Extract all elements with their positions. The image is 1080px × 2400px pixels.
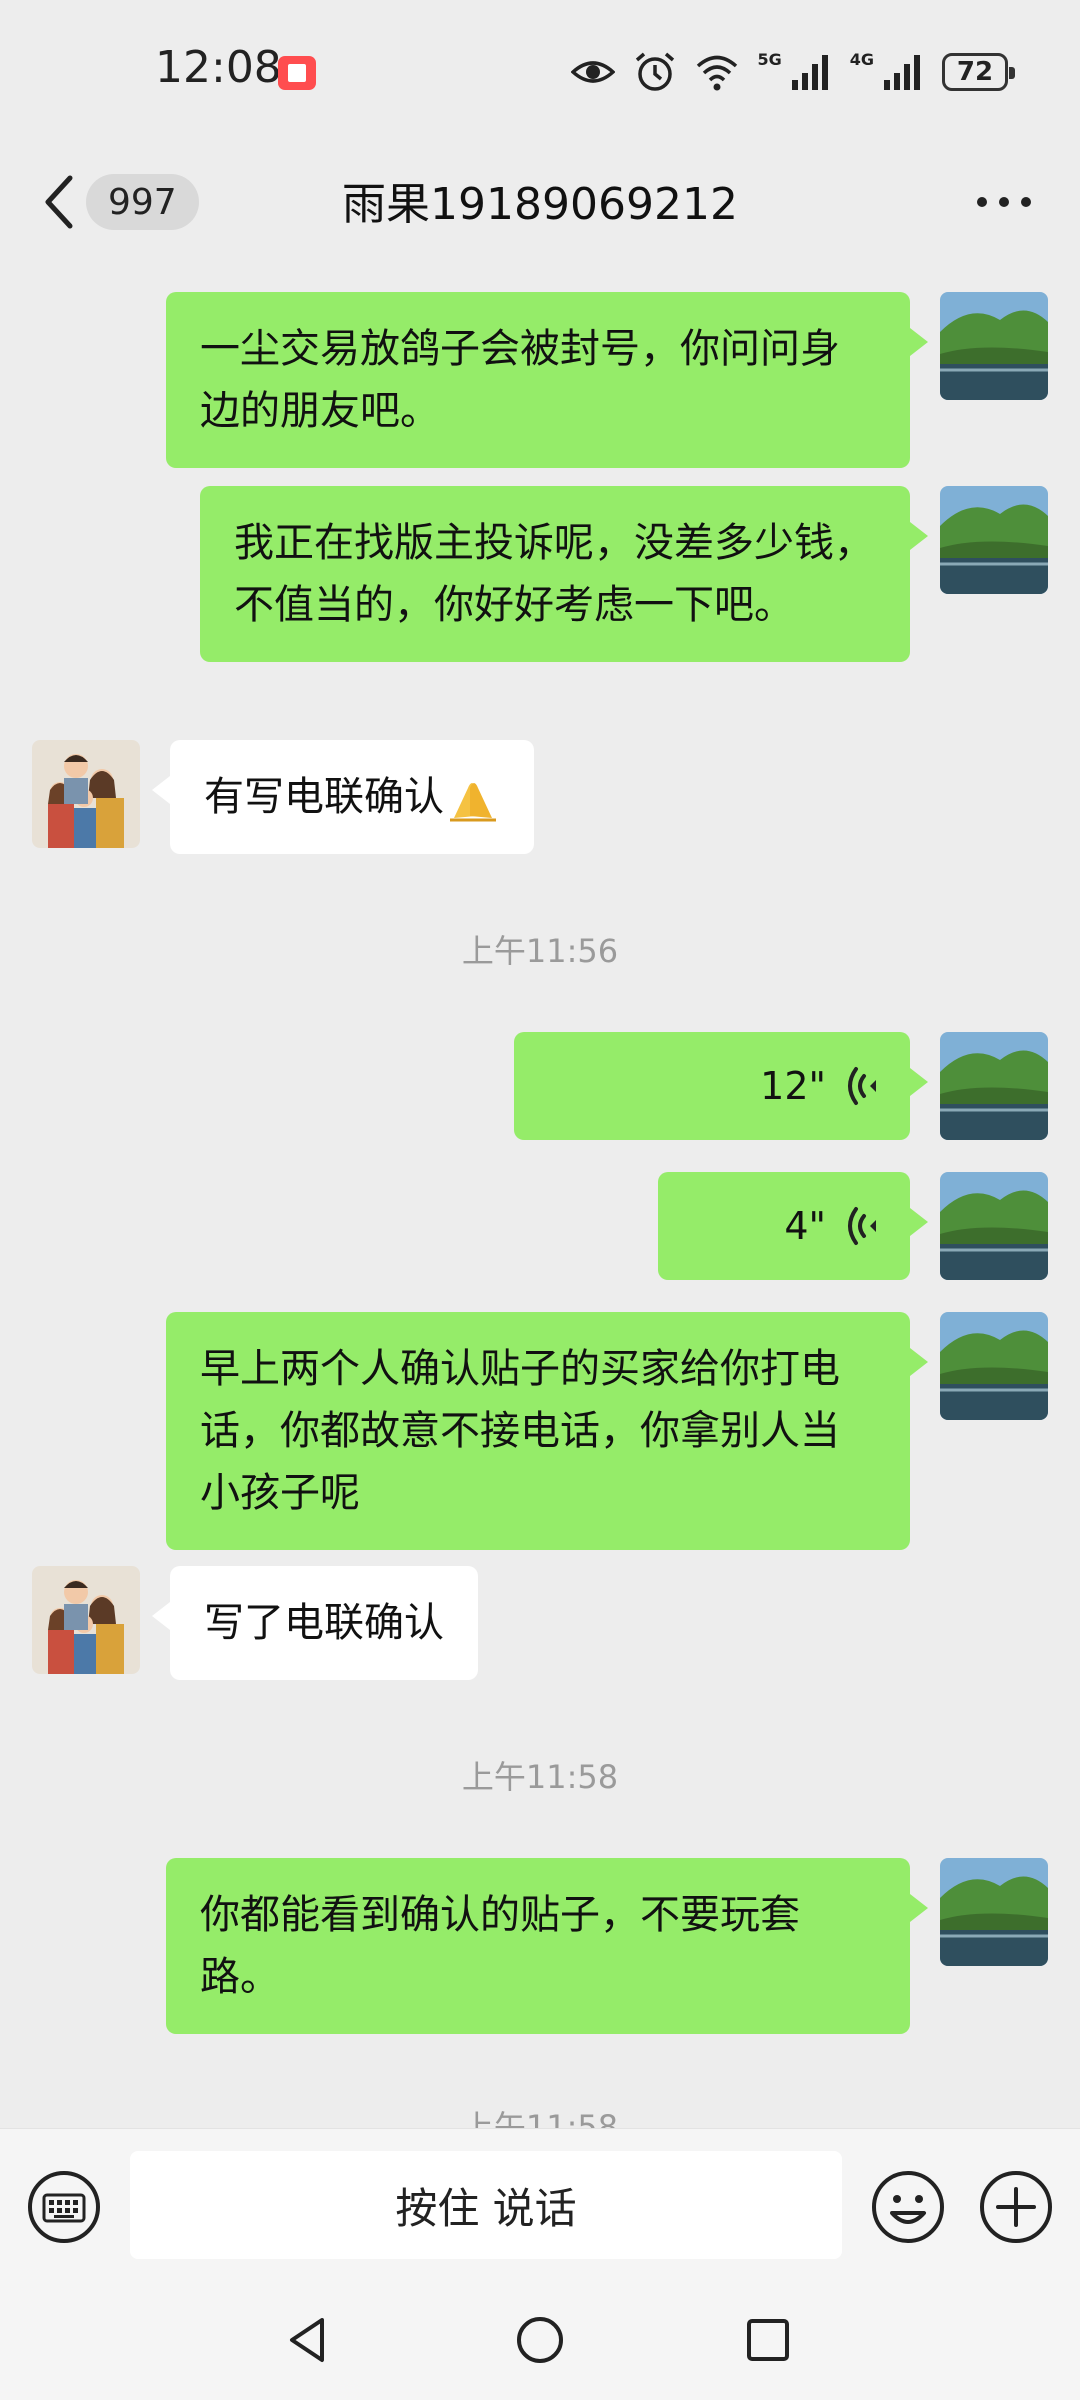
contact-avatar[interactable] bbox=[32, 1566, 140, 1674]
nav-recents-button[interactable] bbox=[740, 2312, 796, 2368]
hold-to-talk-button[interactable]: 按住 说话 bbox=[130, 2151, 842, 2259]
system-navigation-bar bbox=[0, 2280, 1080, 2400]
message-text: 有写电联确认 bbox=[204, 774, 444, 820]
family-avatar-image bbox=[32, 740, 140, 848]
emoji-button[interactable] bbox=[870, 2169, 946, 2245]
signal-5g-icon bbox=[791, 55, 828, 90]
message-text: 一尘交易放鸽子会被封号，你问问身边的朋友吧。 bbox=[200, 326, 840, 434]
input-bar: 按住 说话 bbox=[0, 2128, 1080, 2280]
message-text: 我正在找版主投诉呢，没差多少钱，不值当的，你好好考虑一下吧。 bbox=[234, 520, 874, 628]
voice-message-bubble[interactable]: 4" bbox=[658, 1172, 928, 1280]
landscape-avatar-image bbox=[940, 292, 1048, 400]
status-bar: 12:08 5G 4G 72 bbox=[0, 0, 1080, 140]
voice-duration: 12" bbox=[760, 1064, 826, 1108]
voice-wave-icon bbox=[848, 1067, 876, 1105]
battery-icon: 72 bbox=[942, 53, 1015, 91]
more-functions-button[interactable] bbox=[978, 2169, 1054, 2245]
timestamp: 上午11:58 bbox=[461, 2108, 619, 2130]
incoming-message-bubble[interactable]: 有写电联确认 bbox=[152, 740, 534, 854]
signal-4g-icon bbox=[884, 55, 920, 90]
nav-back-button[interactable] bbox=[280, 2312, 336, 2368]
battery-level: 72 bbox=[956, 57, 994, 87]
more-options-button[interactable] bbox=[968, 180, 1040, 224]
chat-header: 997 雨果19189069212 bbox=[0, 140, 1080, 264]
plus-circle-icon bbox=[980, 2171, 1052, 2243]
family-avatar-image bbox=[32, 1566, 140, 1674]
circle-home-icon bbox=[517, 2317, 563, 2363]
status-icons: 5G 4G 72 bbox=[571, 50, 1015, 94]
alarm-icon bbox=[636, 52, 675, 91]
chat-title: 雨果19189069212 bbox=[342, 179, 738, 230]
more-dots-icon bbox=[977, 197, 1031, 207]
outgoing-message-bubble[interactable]: 我正在找版主投诉呢，没差多少钱，不值当的，你好好考虑一下吧。 bbox=[200, 486, 928, 662]
keyboard-icon bbox=[28, 2171, 100, 2243]
voice-wave-icon bbox=[848, 1207, 876, 1245]
eye-icon bbox=[571, 61, 616, 83]
message-text: 写了电联确认 bbox=[204, 1600, 444, 1646]
landscape-avatar-image bbox=[940, 1032, 1048, 1140]
landscape-avatar-image bbox=[940, 1172, 1048, 1280]
incoming-message-bubble[interactable]: 写了电联确认 bbox=[152, 1566, 478, 1680]
wifi-icon bbox=[697, 55, 738, 91]
landscape-avatar-image bbox=[940, 486, 1048, 594]
message-list[interactable]: 一尘交易放鸽子会被封号，你问问身边的朋友吧。 我正在找版主投诉呢，没差多少钱，不… bbox=[0, 264, 1080, 2130]
square-recents-icon bbox=[747, 2319, 789, 2361]
timestamp: 上午11:58 bbox=[461, 1758, 619, 1796]
my-avatar[interactable] bbox=[940, 486, 1048, 594]
my-avatar[interactable] bbox=[940, 1858, 1048, 1966]
network-5g-label: 5G bbox=[757, 50, 782, 69]
notes-app-icon bbox=[278, 56, 316, 90]
voice-duration: 4" bbox=[784, 1204, 826, 1248]
folded-hands-emoji-icon bbox=[450, 783, 496, 822]
network-4g-label: 4G bbox=[849, 50, 874, 69]
status-time: 12:08 bbox=[155, 42, 282, 93]
outgoing-message-bubble[interactable]: 你都能看到确认的贴子，不要玩套路。 bbox=[166, 1858, 928, 2034]
outgoing-message-bubble[interactable]: 早上两个人确认贴子的买家给你打电话，你都故意不接电话，你拿别人当小孩子呢 bbox=[166, 1312, 928, 1550]
triangle-back-icon bbox=[290, 2318, 324, 2362]
outgoing-message-bubble[interactable]: 一尘交易放鸽子会被封号，你问问身边的朋友吧。 bbox=[166, 292, 928, 468]
nav-home-button[interactable] bbox=[512, 2312, 568, 2368]
contact-avatar[interactable] bbox=[32, 740, 140, 848]
voice-message-bubble[interactable]: 12" bbox=[514, 1032, 928, 1140]
message-text: 你都能看到确认的贴子，不要玩套路。 bbox=[200, 1892, 800, 2000]
my-avatar[interactable] bbox=[940, 292, 1048, 400]
timestamp: 上午11:56 bbox=[461, 932, 619, 970]
message-text: 早上两个人确认贴子的买家给你打电话，你都故意不接电话，你拿别人当小孩子呢 bbox=[200, 1346, 840, 1516]
smiley-face-icon bbox=[872, 2171, 944, 2243]
my-avatar[interactable] bbox=[940, 1312, 1048, 1420]
keyboard-toggle-button[interactable] bbox=[26, 2169, 102, 2245]
my-avatar[interactable] bbox=[940, 1032, 1048, 1140]
my-avatar[interactable] bbox=[940, 1172, 1048, 1280]
landscape-avatar-image bbox=[940, 1858, 1048, 1966]
landscape-avatar-image bbox=[940, 1312, 1048, 1420]
